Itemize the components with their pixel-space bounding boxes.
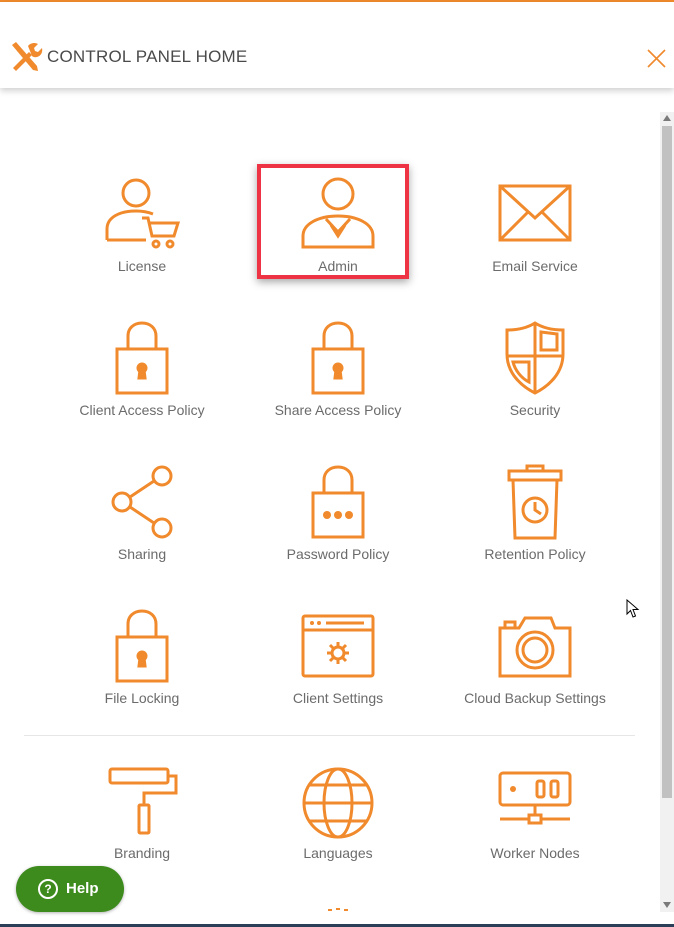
section-divider: [24, 735, 635, 736]
control-panel-grid: License Admin Email Service Client Acces…: [0, 88, 660, 927]
shield-icon: [505, 321, 565, 395]
tile-security[interactable]: Security: [437, 318, 633, 418]
globe-icon: [302, 767, 374, 839]
tile-label: File Locking: [104, 690, 180, 706]
tile-license[interactable]: License: [44, 174, 240, 274]
help-button[interactable]: ? Help: [16, 866, 124, 912]
header: CONTROL PANEL HOME: [0, 2, 674, 88]
mouse-cursor-icon: [626, 599, 640, 618]
tile-cloud-backup-settings[interactable]: Cloud Backup Settings: [437, 606, 633, 706]
tile-label: Share Access Policy: [274, 402, 402, 418]
tile-email-service[interactable]: Email Service: [437, 174, 633, 274]
scroll-up-arrow-icon[interactable]: [663, 115, 671, 121]
scrollbar-thumb[interactable]: [662, 126, 672, 798]
tile-label: Cloud Backup Settings: [464, 690, 606, 706]
tile-client-access-policy[interactable]: Client Access Policy: [44, 318, 240, 418]
trash-clock-icon: [507, 464, 563, 540]
question-icon: ?: [38, 879, 58, 899]
tile-client-settings[interactable]: Client Settings: [240, 606, 436, 706]
page-title: CONTROL PANEL HOME: [47, 47, 248, 66]
password-lock-icon: [311, 465, 365, 539]
envelope-icon: [498, 184, 572, 242]
tile-password-policy[interactable]: Password Policy: [240, 462, 436, 562]
tile-label: Sharing: [117, 546, 167, 562]
tile-label: Retention Policy: [484, 546, 586, 562]
paint-roller-icon: [108, 767, 178, 835]
padlock-icon: [311, 321, 365, 395]
settings-window-icon: [301, 614, 375, 678]
tile-label: Security: [509, 402, 561, 418]
server-node-icon: [498, 771, 572, 825]
tile-label: Email Service: [492, 258, 578, 274]
tile-languages[interactable]: Languages: [240, 763, 436, 861]
tile-retention-policy[interactable]: Retention Policy: [437, 462, 633, 562]
padlock-icon: [115, 321, 169, 395]
tile-worker-nodes[interactable]: Worker Nodes: [437, 763, 633, 861]
tools-icon: [12, 42, 43, 71]
user-cart-icon: [105, 178, 181, 249]
help-label: Help: [66, 880, 99, 897]
tile-label: Languages: [303, 845, 373, 861]
tile-share-access-policy[interactable]: Share Access Policy: [240, 318, 436, 418]
camera-icon: [498, 616, 572, 678]
tile-label: Client Settings: [292, 690, 384, 706]
tile-branding[interactable]: Branding: [44, 763, 240, 861]
tile-label: Client Access Policy: [79, 402, 205, 418]
tile-label: Password Policy: [286, 546, 390, 562]
tile-label: License: [117, 258, 167, 274]
close-icon[interactable]: [646, 48, 667, 69]
share-icon: [111, 465, 173, 539]
tile-label: Worker Nodes: [490, 845, 580, 861]
tile-label: Branding: [113, 845, 171, 861]
tile-file-locking[interactable]: File Locking: [44, 606, 240, 706]
scrollbar[interactable]: [660, 112, 674, 912]
scroll-down-arrow-icon[interactable]: [663, 902, 671, 908]
partially-hidden-icon: [328, 908, 348, 911]
tile-sharing[interactable]: Sharing: [44, 462, 240, 562]
padlock-icon: [115, 609, 169, 683]
selection-highlight: [257, 164, 409, 279]
